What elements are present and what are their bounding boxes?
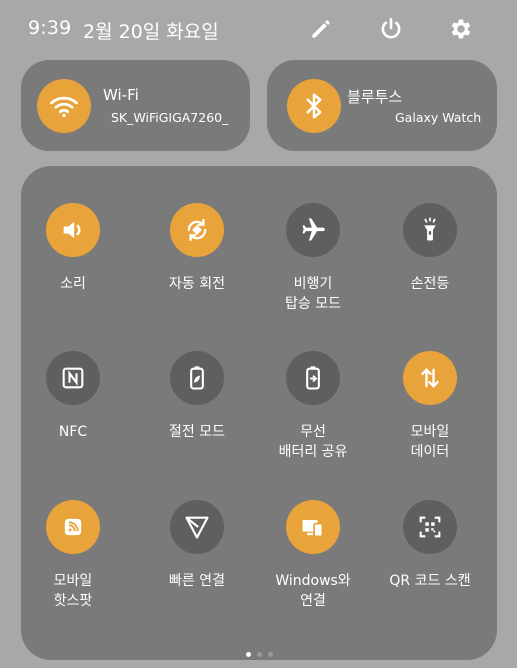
status-bar: 9:39 2월 20일 화요일 bbox=[0, 0, 517, 60]
tile-rotate[interactable]: 자동 회전 bbox=[142, 203, 252, 294]
page-indicator bbox=[21, 642, 497, 661]
hotspot-icon[interactable] bbox=[46, 500, 100, 554]
tile-speaker[interactable]: 소리 bbox=[18, 203, 128, 294]
wifi-network-name: SK_WiFiGIGA7260_ bbox=[111, 110, 229, 125]
link-to-windows-icon[interactable] bbox=[286, 500, 340, 554]
flashlight-icon[interactable] bbox=[403, 203, 457, 257]
tile-link-to-windows[interactable]: Windows와 연결 bbox=[258, 500, 368, 611]
tile-flashlight[interactable]: 손전등 bbox=[375, 203, 485, 294]
speaker-icon[interactable] bbox=[46, 203, 100, 257]
tile-label: 소리 bbox=[60, 276, 86, 292]
tile-airplane[interactable]: 비행기 탑승 모드 bbox=[258, 203, 368, 314]
tile-label: 절전 모드 bbox=[169, 424, 225, 440]
tile-label: 비행기 탑승 모드 bbox=[285, 276, 341, 312]
bluetooth-title: 블루투스 bbox=[347, 88, 403, 106]
date: 2월 20일 화요일 bbox=[83, 21, 219, 43]
power-icon[interactable] bbox=[378, 16, 404, 42]
tile-label: NFC bbox=[58, 424, 88, 440]
quick-share-icon[interactable] bbox=[170, 500, 224, 554]
bluetooth-device-name: Galaxy Watch bbox=[395, 110, 482, 125]
qr-scan-icon[interactable] bbox=[403, 500, 457, 554]
tile-label: 모바일 데이터 bbox=[410, 424, 450, 460]
tile-label: 자동 회전 bbox=[169, 276, 225, 292]
tile-nfc[interactable]: NFC bbox=[18, 351, 128, 442]
tile-qr-scan[interactable]: QR 코드 스캔 bbox=[375, 500, 485, 591]
rotate-icon[interactable] bbox=[170, 203, 224, 257]
tile-battery-leaf[interactable]: 절전 모드 bbox=[142, 351, 252, 442]
nfc-icon[interactable] bbox=[46, 351, 100, 405]
bluetooth-tile[interactable]: 블루투스 Galaxy Watch bbox=[267, 60, 497, 151]
tile-label: 손전등 bbox=[410, 276, 450, 292]
airplane-icon[interactable] bbox=[286, 203, 340, 257]
battery-leaf-icon[interactable] bbox=[170, 351, 224, 405]
wifi-tile[interactable]: Wi-Fi SK_WiFiGIGA7260_ bbox=[21, 60, 250, 151]
wifi-title: Wi-Fi bbox=[103, 86, 139, 104]
pencil-icon[interactable] bbox=[308, 16, 334, 42]
page-dot[interactable] bbox=[245, 652, 251, 657]
tile-quick-share[interactable]: 빠른 연결 bbox=[142, 500, 252, 591]
page-dot[interactable] bbox=[256, 652, 262, 657]
tile-label: 빠른 연결 bbox=[169, 573, 225, 589]
wifi-icon[interactable] bbox=[37, 79, 91, 133]
mobile-data-icon[interactable] bbox=[403, 351, 457, 405]
tile-hotspot[interactable]: 모바일 핫스팟 bbox=[18, 500, 128, 611]
tile-mobile-data[interactable]: 모바일 데이터 bbox=[375, 351, 485, 462]
battery-share-icon[interactable] bbox=[286, 351, 340, 405]
bluetooth-icon[interactable] bbox=[287, 79, 341, 133]
tile-label: 모바일 핫스팟 bbox=[53, 573, 93, 609]
tile-label: 무선 배터리 공유 bbox=[278, 424, 348, 460]
clock: 9:39 bbox=[28, 17, 72, 39]
quick-settings-panel: 소리 자동 회전 비행기 탑승 모드 손전등 NFC 절전 모드 무선 배터리 공유 모바일 데이터… bbox=[21, 166, 497, 660]
gear-icon[interactable] bbox=[448, 16, 474, 42]
tile-label: Windows와 연결 bbox=[275, 573, 351, 609]
tile-label: QR 코드 스캔 bbox=[389, 573, 471, 589]
tile-battery-share[interactable]: 무선 배터리 공유 bbox=[258, 351, 368, 462]
page-dot[interactable] bbox=[267, 652, 273, 657]
